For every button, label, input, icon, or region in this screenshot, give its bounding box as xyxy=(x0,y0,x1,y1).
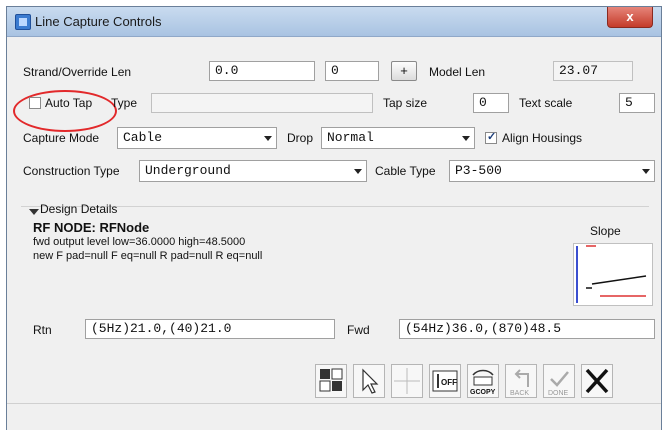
back-icon-label: BACK xyxy=(510,390,529,397)
off-button[interactable]: OFF xyxy=(429,364,461,398)
align-housings-label: Align Housings xyxy=(502,131,583,145)
model-len-value: 23.07 xyxy=(553,61,633,81)
chevron-down-icon xyxy=(642,169,650,174)
drop-value: Normal xyxy=(327,130,374,145)
drop-select[interactable]: Normal xyxy=(321,127,475,149)
construction-type-value: Underground xyxy=(145,163,231,178)
auto-tap-checkbox[interactable] xyxy=(29,97,41,109)
off-icon-label: OFF xyxy=(441,378,457,387)
close-button[interactable]: x xyxy=(607,7,653,28)
layout-toggle-button[interactable] xyxy=(315,364,347,398)
strand-count-input[interactable]: 0 xyxy=(325,61,379,81)
chevron-down-icon xyxy=(354,169,362,174)
gcopy-button[interactable]: GCOPY xyxy=(467,364,499,398)
tap-size-label: Tap size xyxy=(383,96,428,110)
app-icon xyxy=(15,14,31,30)
fwd-output-level-text: fwd output level low=36.0000 high=48.500… xyxy=(33,236,246,248)
chevron-down-icon xyxy=(264,136,272,141)
layout-icon xyxy=(319,368,343,392)
tap-size-input[interactable]: 0 xyxy=(473,93,509,113)
model-len-label: Model Len xyxy=(429,65,486,79)
rtn-input[interactable]: (5Hz)21.0,(40)21.0 xyxy=(85,319,335,339)
gcopy-icon: GCOPY xyxy=(470,369,496,396)
rtn-label: Rtn xyxy=(33,323,52,337)
select-pointer-button[interactable] xyxy=(353,364,385,398)
line-capture-window: Line Capture Controls x Strand/Override … xyxy=(6,6,662,430)
cable-type-select[interactable]: P3-500 xyxy=(449,160,655,182)
construction-type-select[interactable]: Underground xyxy=(139,160,367,182)
align-housings-checkbox[interactable] xyxy=(485,130,497,144)
close-x-icon xyxy=(585,368,609,394)
slope-graph xyxy=(573,243,653,306)
checkmark-icon: DONE xyxy=(548,371,569,397)
fwd-label: Fwd xyxy=(347,323,370,337)
pad-eq-text: new F pad=null F eq=null R pad=null R eq… xyxy=(33,250,263,262)
status-bar xyxy=(7,403,661,430)
back-button[interactable]: BACK xyxy=(505,364,537,398)
text-scale-label: Text scale xyxy=(519,96,573,110)
title-bar[interactable]: Line Capture Controls x xyxy=(7,7,661,37)
capture-mode-value: Cable xyxy=(123,130,163,145)
grid-icon xyxy=(394,368,420,394)
collapse-triangle-icon[interactable] xyxy=(29,209,39,215)
off-icon: OFF xyxy=(432,370,458,392)
drop-label: Drop xyxy=(287,131,314,145)
strand-override-len-input[interactable]: 0.0 xyxy=(209,61,315,81)
strand-override-len-label: Strand/Override Len xyxy=(23,65,132,79)
cursor-arrow-icon xyxy=(362,368,379,394)
cable-type-label: Cable Type xyxy=(375,164,436,178)
type-label: Type xyxy=(111,96,138,110)
done-icon-label: DONE xyxy=(548,390,569,397)
slope-line xyxy=(591,275,647,285)
text-scale-input[interactable]: 5 xyxy=(619,93,655,113)
fwd-input[interactable]: (54Hz)36.0,(870)48.5 xyxy=(399,319,655,339)
cancel-button[interactable] xyxy=(581,364,613,398)
grid-button[interactable] xyxy=(391,364,423,398)
slope-label: Slope xyxy=(590,224,621,238)
rf-node-title: RF NODE: RFNode xyxy=(33,220,150,235)
chevron-down-icon xyxy=(462,136,470,141)
done-button[interactable]: DONE xyxy=(543,364,575,398)
construction-type-label: Construction Type xyxy=(23,164,120,178)
plus-button[interactable]: + xyxy=(391,61,417,81)
tap-type-input[interactable] xyxy=(151,93,373,113)
window-title: Line Capture Controls xyxy=(35,14,162,29)
capture-mode-label: Capture Mode xyxy=(23,131,100,145)
capture-mode-select[interactable]: Cable xyxy=(117,127,277,149)
slope-graph-svg xyxy=(576,245,647,303)
back-icon: BACK xyxy=(510,369,529,397)
design-details-header[interactable]: Design Details xyxy=(40,202,117,216)
cable-type-value: P3-500 xyxy=(455,163,502,178)
auto-tap-label: Auto Tap xyxy=(45,96,93,110)
gcopy-icon-label: GCOPY xyxy=(470,389,496,396)
